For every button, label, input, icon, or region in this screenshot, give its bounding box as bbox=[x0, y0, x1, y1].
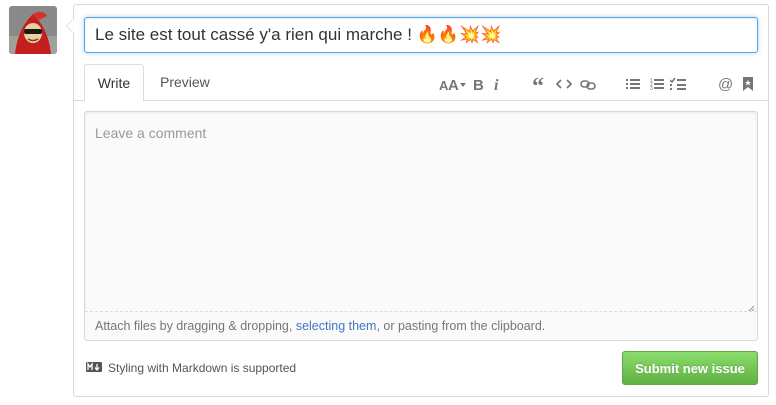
issue-title-input[interactable] bbox=[84, 17, 758, 53]
markdown-icon bbox=[86, 361, 102, 375]
attach-suffix: , or pasting from the clipboard. bbox=[376, 319, 546, 333]
ordered-list-icon[interactable]: 1 2 3 bbox=[650, 76, 664, 92]
avatar[interactable] bbox=[9, 6, 57, 54]
svg-text:“: “ bbox=[532, 76, 544, 92]
text-size-icon[interactable]: A A bbox=[438, 76, 468, 92]
comment-textarea[interactable] bbox=[85, 112, 757, 311]
svg-text:B: B bbox=[473, 77, 484, 92]
link-icon[interactable] bbox=[580, 76, 596, 92]
markdown-support-note[interactable]: Styling with Markdown is supported bbox=[86, 358, 296, 378]
tab-write[interactable]: Write bbox=[84, 64, 144, 102]
resize-handle-icon[interactable] bbox=[745, 300, 755, 313]
attach-files-hint: Attach files by dragging & dropping, sel… bbox=[85, 311, 757, 340]
unordered-list-icon[interactable] bbox=[626, 76, 640, 92]
selecting-files-link[interactable]: selecting them bbox=[296, 319, 377, 333]
bookmark-icon[interactable] bbox=[742, 76, 754, 92]
svg-text:i: i bbox=[494, 77, 499, 92]
attach-prefix: Attach files by dragging & dropping, bbox=[95, 319, 296, 333]
italic-icon[interactable]: i bbox=[492, 76, 502, 92]
quote-icon[interactable]: “ bbox=[532, 76, 546, 92]
code-icon[interactable] bbox=[556, 76, 572, 92]
new-issue-form: Write Preview A A B i “ 1 bbox=[66, 4, 769, 397]
bold-icon[interactable]: B bbox=[472, 76, 484, 92]
svg-text:@: @ bbox=[718, 76, 733, 92]
svg-text:A: A bbox=[448, 77, 459, 92]
submit-new-issue-button[interactable]: Submit new issue bbox=[622, 351, 758, 385]
tab-preview[interactable]: Preview bbox=[148, 64, 222, 101]
task-list-icon[interactable] bbox=[670, 76, 686, 92]
avatar-image bbox=[9, 6, 57, 54]
markdown-note-text: Styling with Markdown is supported bbox=[108, 361, 297, 375]
mention-icon[interactable]: @ bbox=[718, 76, 734, 92]
comment-body: Attach files by dragging & dropping, sel… bbox=[84, 111, 758, 341]
svg-text:3: 3 bbox=[650, 86, 653, 92]
